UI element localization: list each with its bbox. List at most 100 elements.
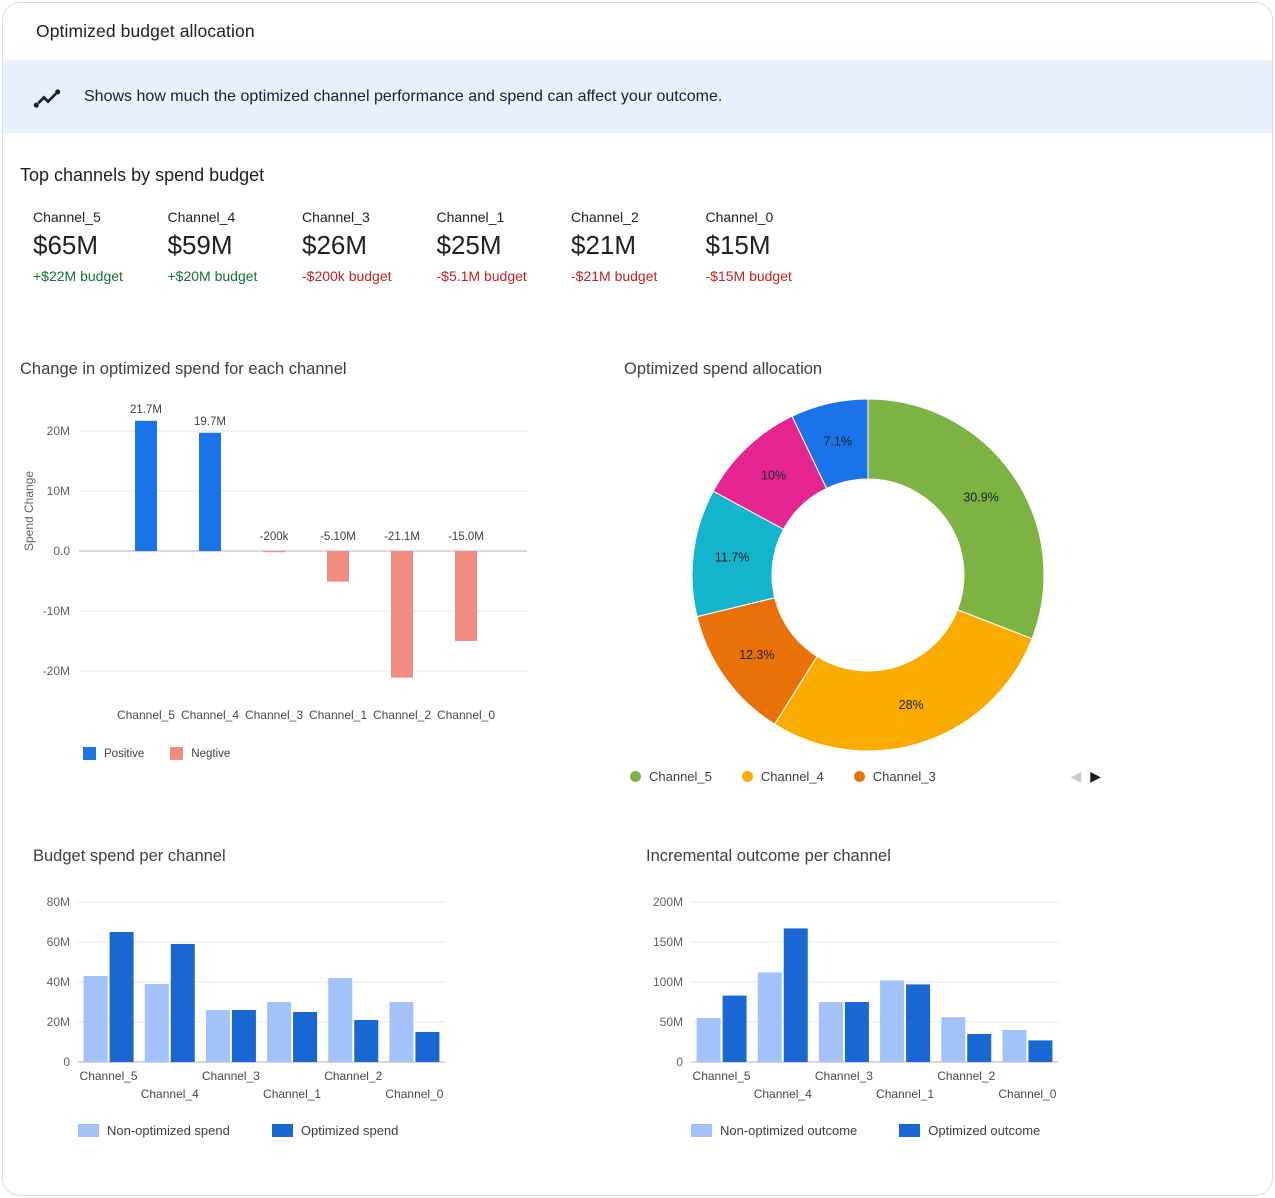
x-axis-label: Channel_4 [141,1087,199,1101]
y-tick-label: 0.0 [53,544,70,558]
pager-prev-icon[interactable]: ◀ [1070,768,1081,785]
donut-percent-label: 12.3% [739,648,774,662]
legend-pager: ◀ ▶ [1070,768,1101,785]
channel-name: Channel_4 [168,209,303,225]
bar-negative [455,551,477,641]
bar-value-label: -5.10M [320,531,356,543]
channel-delta: +$22M budget [33,268,168,284]
bar-optimized [110,932,134,1062]
legend-item-non-optimized-outcome: Non-optimized outcome [691,1123,857,1138]
spend-change-bar-chart: 20M10M0.0-10M-20MSpend Change21.7MChanne… [19,389,559,734]
channel-delta: -$200k budget [302,268,437,284]
bar-optimized [967,1034,991,1062]
x-axis-label: Channel_0 [998,1087,1056,1101]
donut-percent-label: 10% [761,469,786,483]
x-axis-label: Channel_4 [181,708,239,722]
optimization-report-card: Optimized budget allocation Shows how mu… [2,2,1273,1196]
x-axis-label: Channel_5 [693,1069,751,1083]
legend-item-channel3: Channel_3 [854,769,936,784]
incremental-outcome-bar-chart: 050M100M150M200MChannel_5Channel_4Channe… [646,890,1096,1104]
bar-optimized [293,1012,317,1062]
x-axis-label: Channel_5 [117,708,175,722]
y-tick-label: 200M [653,895,683,909]
legend-label: Non-optimized outcome [720,1123,857,1138]
bar-non-optimized [145,984,169,1062]
y-tick-label: 50M [660,1015,683,1029]
channel-amount: $65M [33,230,168,261]
y-tick-label: 40M [47,975,70,989]
channel-card: Channel_1 $25M -$5.1M budget [437,209,572,284]
legend-label: Channel_5 [649,769,712,784]
budget-spend-chart-title: Budget spend per channel [33,846,483,866]
page-title: Optimized budget allocation [36,21,255,42]
pager-next-icon[interactable]: ▶ [1090,768,1101,785]
bar-positive [135,421,157,551]
channel-name: Channel_2 [571,209,706,225]
bar-positive [199,433,221,551]
y-tick-label: 60M [47,935,70,949]
optimized-spend-swatch [272,1124,293,1137]
bar-negative [263,551,285,552]
spend-change-legend: Positive Negtive [83,747,559,760]
channel-delta: -$5.1M budget [437,268,572,284]
top-channels-title: Top channels by spend budget [20,165,1272,186]
channel-amount: $15M [706,230,841,261]
bar-non-optimized [389,1002,413,1062]
budget-spend-legend: Non-optimized spend Optimized spend [78,1123,483,1138]
y-tick-label: 0 [676,1055,683,1069]
bar-non-optimized [880,980,904,1062]
legend-item-channel4: Channel_4 [742,769,824,784]
bar-optimized [1028,1040,1052,1062]
bar-non-optimized [697,1018,721,1062]
bar-non-optimized [206,1010,230,1062]
y-tick-label: 20M [47,424,70,438]
bar-non-optimized [84,976,108,1062]
channel-delta: -$21M budget [571,268,706,284]
bar-optimized [845,1002,869,1062]
spend-allocation-donut-chart: 30.9%28%12.3%11.7%10%7.1% [603,389,1163,761]
non-optimized-outcome-swatch [691,1124,712,1137]
legend-label: Non-optimized spend [107,1123,230,1138]
bar-negative [391,551,413,678]
x-axis-label: Channel_2 [324,1069,382,1083]
x-axis-label: Channel_4 [754,1087,812,1101]
header: Optimized budget allocation [3,3,1272,60]
incremental-outcome-chart-section: Incremental outcome per channel 050M100M… [646,846,1096,1138]
insights-icon-svg [31,83,63,111]
channel-delta: +$20M budget [168,268,303,284]
y-axis-title: Spend Change [22,471,36,551]
donut-percent-label: 30.9% [963,491,998,505]
x-axis-label: Channel_0 [385,1087,443,1101]
channel-card: Channel_2 $21M -$21M budget [571,209,706,284]
bar-optimized [354,1020,378,1062]
legend-label: Channel_4 [761,769,824,784]
info-banner-text: Shows how much the optimized channel per… [84,88,722,106]
budget-spend-chart-section: Budget spend per channel 020M40M60M80MCh… [33,846,483,1138]
y-tick-label: -10M [43,604,70,618]
x-axis-label: Channel_3 [202,1069,260,1083]
spend-allocation-chart-section: Optimized spend allocation 30.9%28%12.3%… [603,359,1163,785]
bar-optimized [171,944,195,1062]
legend-label: Negtive [191,748,230,760]
donut-legend: Channel_5 Channel_4 Channel_3 [630,769,936,784]
channel-amount: $21M [571,230,706,261]
legend-item-optimized-spend: Optimized spend [272,1123,399,1138]
bar-optimized [415,1032,439,1062]
bar-non-optimized [328,978,352,1062]
channel-cards-row: Channel_5 $65M +$22M budget Channel_4 $5… [33,209,1272,284]
y-tick-label: 100M [653,975,683,989]
legend-item-optimized-outcome: Optimized outcome [899,1123,1040,1138]
x-axis-label: Channel_5 [80,1069,138,1083]
incremental-outcome-legend: Non-optimized outcome Optimized outcome [691,1123,1096,1138]
bar-non-optimized [819,1002,843,1062]
legend-label: Channel_3 [873,769,936,784]
x-axis-label: Channel_1 [876,1087,934,1101]
bar-non-optimized [267,1002,291,1062]
spend-change-chart-title: Change in optimized spend for each chann… [19,359,559,379]
bar-optimized [723,996,747,1062]
channel-name: Channel_3 [302,209,437,225]
negative-swatch [170,747,183,760]
spend-allocation-chart-title: Optimized spend allocation [603,359,1163,379]
bar-value-label: -200k [260,531,289,543]
x-axis-label: Channel_2 [937,1069,995,1083]
